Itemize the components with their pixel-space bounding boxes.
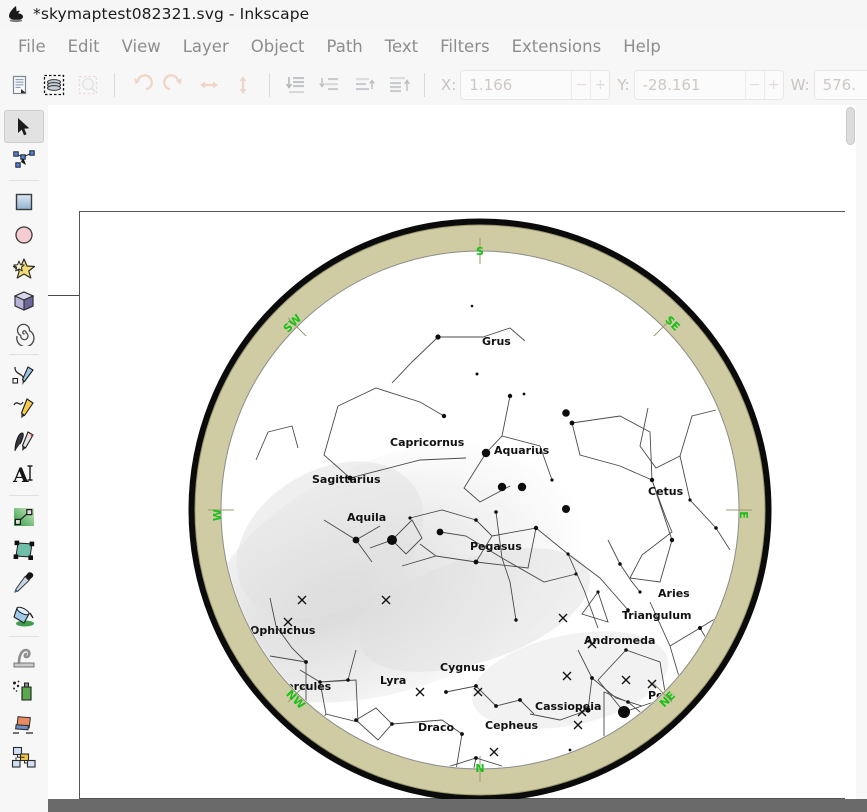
w-field-label: W: bbox=[790, 75, 810, 94]
svg-text:A: A bbox=[12, 463, 29, 487]
select-all-in-all-layers-icon[interactable] bbox=[3, 68, 37, 102]
canvas-area[interactable]: S N E W SE SW NE NW Grus Capricornus Aqu… bbox=[48, 105, 856, 799]
constellation-cygnus: Cygnus bbox=[440, 661, 486, 674]
constellation-cassiopeia: Cassiopeia bbox=[535, 700, 601, 713]
toolbox-separator-3 bbox=[9, 495, 39, 496]
inkscape-logo-icon bbox=[6, 4, 26, 24]
raise-one-step-icon[interactable] bbox=[347, 68, 381, 102]
tool-spray[interactable] bbox=[4, 674, 44, 707]
tool-selector[interactable] bbox=[4, 110, 44, 143]
tool-rectangle[interactable] bbox=[4, 185, 44, 218]
menu-view[interactable]: View bbox=[111, 35, 172, 58]
flip-horizontal-icon[interactable] bbox=[192, 68, 226, 102]
toolbox: A bbox=[0, 105, 48, 812]
menu-file[interactable]: File bbox=[7, 35, 57, 58]
width-field[interactable]: 576. bbox=[813, 69, 867, 100]
raise-to-top-icon[interactable] bbox=[381, 68, 415, 102]
tool-node-editor[interactable] bbox=[4, 143, 44, 176]
constellation-capricornus: Capricornus bbox=[390, 436, 465, 449]
toolbox-separator-2 bbox=[9, 354, 39, 355]
x-coordinate-field[interactable]: 1.166 − + bbox=[460, 69, 611, 100]
vertical-scrollbar-thumb[interactable] bbox=[846, 107, 855, 145]
lower-to-bottom-icon[interactable] bbox=[279, 68, 313, 102]
toolbox-separator-4 bbox=[9, 636, 39, 637]
deselect-icon[interactable] bbox=[71, 68, 105, 102]
x-field-label: X: bbox=[441, 75, 457, 94]
constellation-orion: Orion bbox=[768, 632, 780, 645]
tool-dropper[interactable] bbox=[4, 566, 44, 599]
constellation-triangulum: Triangulum bbox=[622, 609, 692, 622]
tool-text[interactable]: A bbox=[4, 458, 44, 491]
tool-calligraphy[interactable] bbox=[4, 425, 44, 458]
status-bar-left-pad bbox=[0, 799, 48, 812]
tool-3dbox[interactable] bbox=[4, 284, 44, 317]
tool-gradient[interactable] bbox=[4, 500, 44, 533]
tool-ellipse[interactable] bbox=[4, 218, 44, 251]
width-value: 576. bbox=[822, 75, 856, 94]
direction-label-s: S bbox=[476, 245, 484, 258]
rotate-ccw-90-icon[interactable] bbox=[124, 68, 158, 102]
constellation-grus: Grus bbox=[482, 335, 511, 348]
constellation-pegasus: Pegasus bbox=[470, 540, 522, 553]
constellation-aquarius: Aquarius bbox=[494, 444, 550, 457]
menu-extensions[interactable]: Extensions bbox=[501, 35, 613, 58]
vertical-scrollbar[interactable] bbox=[845, 105, 856, 799]
direction-label-e: E bbox=[737, 511, 750, 519]
constellation-ophiuchus: Ophiuchus bbox=[250, 624, 316, 637]
selector-tool-controls-bar: X: 1.166 − + Y: -28.161 − + W: 576. bbox=[0, 64, 867, 105]
sky-map-drawing[interactable]: S N E W SE SW NE NW Grus Capricornus Aqu… bbox=[180, 210, 780, 799]
constellation-draco: Draco bbox=[418, 721, 454, 734]
constellation-aries: Aries bbox=[658, 587, 690, 600]
rotate-cw-90-icon[interactable] bbox=[158, 68, 192, 102]
y-spin-up-icon[interactable]: + bbox=[763, 70, 783, 99]
window-title: *skymaptest082321.svg - Inkscape bbox=[33, 5, 310, 23]
tool-star[interactable] bbox=[4, 251, 44, 284]
menu-layer[interactable]: Layer bbox=[172, 35, 240, 58]
x-spin-up-icon[interactable]: + bbox=[590, 70, 609, 99]
toolbar-separator-2 bbox=[269, 72, 270, 97]
tool-paint-bucket[interactable] bbox=[4, 599, 44, 632]
direction-label-n: N bbox=[475, 762, 484, 775]
flip-vertical-icon[interactable] bbox=[226, 68, 260, 102]
inkscape-window: *skymaptest082321.svg - Inkscape File Ed… bbox=[0, 0, 867, 812]
tool-connector[interactable] bbox=[4, 740, 44, 773]
lower-one-step-icon[interactable] bbox=[313, 68, 347, 102]
menu-help[interactable]: Help bbox=[612, 35, 672, 58]
constellation-lyra: Lyra bbox=[380, 674, 406, 687]
constellation-cetus: Cetus bbox=[648, 485, 684, 498]
title-bar: *skymaptest082321.svg - Inkscape bbox=[0, 0, 867, 28]
menu-filters[interactable]: Filters bbox=[429, 35, 500, 58]
status-bar bbox=[48, 799, 867, 812]
y-coordinate-field[interactable]: -28.161 − + bbox=[633, 69, 784, 100]
tool-pencil[interactable] bbox=[4, 392, 44, 425]
direction-label-w: W bbox=[211, 509, 224, 521]
x-coordinate-value: 1.166 bbox=[469, 75, 513, 94]
constellation-gemini: Gemini bbox=[726, 720, 769, 733]
constellation-aquila: Aquila bbox=[347, 511, 386, 524]
menu-bar: File Edit View Layer Object Path Text Fi… bbox=[0, 28, 867, 64]
menu-object[interactable]: Object bbox=[240, 35, 316, 58]
x-spin-down-icon[interactable]: − bbox=[571, 70, 590, 99]
toolbox-separator-1 bbox=[9, 180, 39, 181]
tool-bezier[interactable] bbox=[4, 359, 44, 392]
toolbar-separator-1 bbox=[114, 72, 115, 97]
menu-text[interactable]: Text bbox=[374, 35, 429, 58]
y-coordinate-value: -28.161 bbox=[642, 75, 701, 94]
tool-eraser[interactable] bbox=[4, 707, 44, 740]
constellation-cepheus: Cepheus bbox=[485, 719, 539, 732]
menu-edit[interactable]: Edit bbox=[57, 35, 111, 58]
menu-path[interactable]: Path bbox=[316, 35, 374, 58]
constellation-sagittarius: Sagittarius bbox=[312, 473, 381, 486]
tool-tweak[interactable] bbox=[4, 641, 44, 674]
select-same-object-type-icon[interactable] bbox=[37, 68, 71, 102]
y-spin-down-icon[interactable]: − bbox=[744, 70, 764, 99]
tool-mesh-gradient[interactable] bbox=[4, 533, 44, 566]
constellation-andromeda: Andromeda bbox=[584, 634, 655, 647]
toolbar-separator-3 bbox=[424, 72, 425, 97]
tool-spiral[interactable] bbox=[4, 317, 44, 350]
y-field-label: Y: bbox=[617, 75, 630, 94]
